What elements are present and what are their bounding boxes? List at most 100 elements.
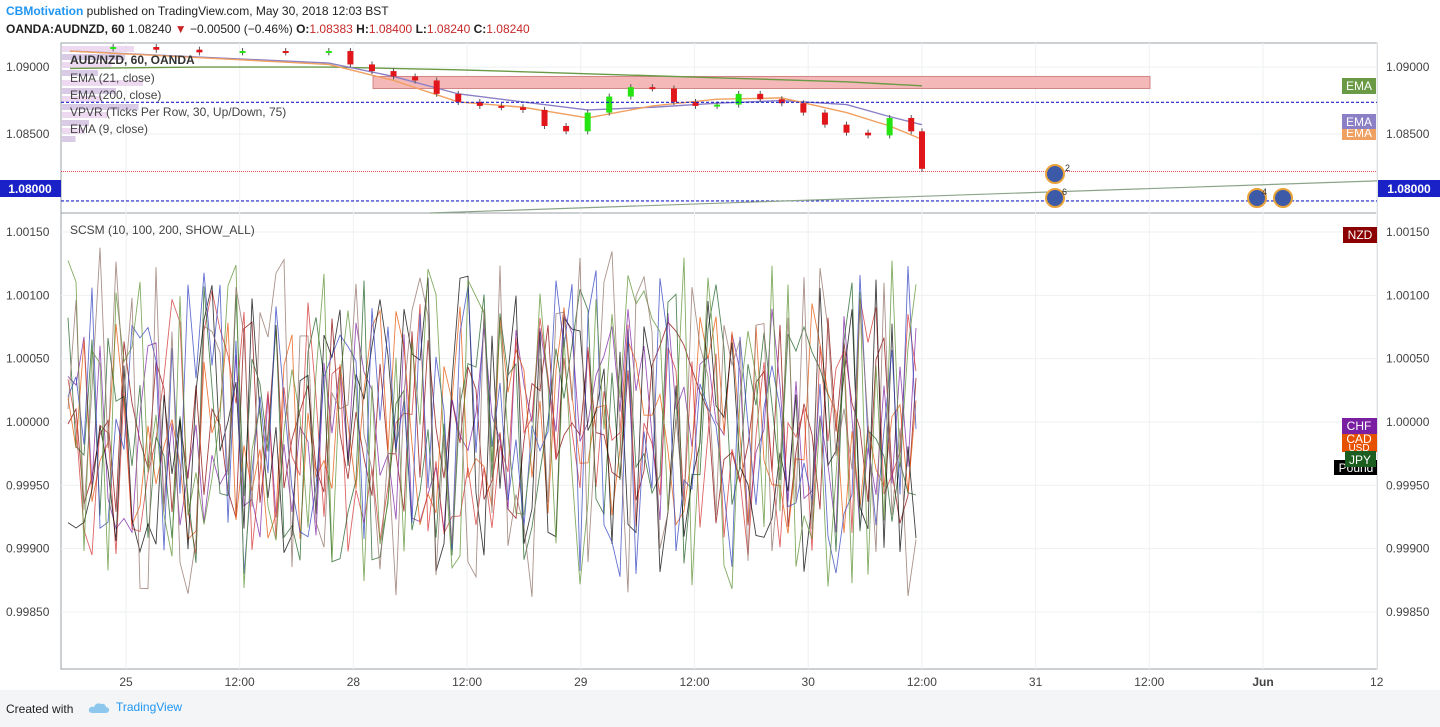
osc-axis-tick-right: 1.00050 [1386, 352, 1430, 366]
author-link[interactable]: CBMotivation [6, 4, 83, 18]
candle-body [541, 109, 548, 126]
publish-line: CBMotivation published on TradingView.co… [6, 4, 389, 18]
high-value: 1.08400 [368, 22, 413, 36]
osc-axis-tick-left: 1.00000 [6, 415, 50, 429]
tradingview-logo[interactable]: TradingView [88, 700, 182, 714]
candle-body [800, 103, 807, 113]
candle-body [843, 124, 850, 133]
event-count-3: 4 [1262, 187, 1267, 197]
price-axis-tick-right: 1.09000 [1386, 60, 1430, 74]
event-flag-2[interactable]: 6 [1045, 187, 1067, 208]
event-flag-1[interactable]: 2 [1045, 163, 1070, 184]
price-axis-tick-left: 1.08500 [6, 127, 50, 141]
price-axis-tick-left: 1.09000 [6, 60, 50, 74]
candle-body [412, 76, 419, 81]
candle-body [455, 93, 462, 102]
candle-body [153, 47, 160, 50]
osc-axis-tick-left: 0.99900 [6, 542, 50, 556]
down-arrow-icon: ▼ [174, 22, 187, 36]
nzd-badge-label: NZD [1348, 228, 1373, 242]
event-count-1: 2 [1065, 163, 1070, 173]
jpy-badge-label: JPY [1349, 453, 1371, 467]
candle-body [110, 47, 117, 50]
x-axis-tick: 12:00 [679, 675, 709, 689]
osc-axis-tick-right: 1.00000 [1386, 415, 1430, 429]
candle-body [433, 80, 440, 94]
published-text: published on TradingView.com, May 30, 20… [86, 4, 389, 18]
close-value: 1.08240 [486, 22, 530, 36]
x-axis-tick: 12:00 [907, 675, 937, 689]
osc-axis-tick-right: 0.99850 [1386, 605, 1430, 619]
osc-axis-tick-left: 1.00050 [6, 352, 50, 366]
ema21-badge-label: EMA [1346, 115, 1372, 129]
low-label: L: [415, 22, 427, 36]
event-count-2: 6 [1062, 187, 1067, 197]
osc-axis-tick-right: 1.00100 [1386, 288, 1430, 302]
open-value: 1.08383 [309, 22, 353, 36]
candle-body [757, 93, 764, 100]
cloud-icon [88, 703, 110, 713]
candle-body [325, 51, 332, 54]
open-label: O: [296, 22, 310, 36]
chart-svg[interactable]: AUD/NZD, 60, OANDA EMA (21, close) EMA (… [0, 40, 1440, 690]
low-value: 1.08240 [426, 22, 471, 36]
candle-body [908, 117, 915, 132]
candle-body [606, 96, 613, 113]
candle-body [347, 51, 354, 65]
resistance-zone[interactable] [372, 75, 1151, 90]
legend-ema9[interactable]: EMA (9, close) [70, 122, 148, 136]
x-axis-tick: 28 [347, 675, 361, 689]
x-axis-tick: 30 [802, 675, 816, 689]
candle-body [735, 93, 742, 105]
trend-line[interactable] [429, 180, 1378, 214]
legend-vpvr[interactable]: VPVR (Ticks Per Row, 30, Up/Down, 75) [70, 105, 286, 119]
osc-axis-tick-right: 1.00150 [1386, 225, 1430, 239]
volume-profile-bar [62, 136, 76, 142]
candle-body [714, 104, 721, 107]
x-axis-tick: Jun [1252, 675, 1273, 689]
high-label: H: [356, 22, 369, 36]
x-axis-tick: 12:00 [225, 675, 255, 689]
legend-ema200[interactable]: EMA (200, close) [70, 88, 161, 102]
x-axis-tick: 31 [1029, 675, 1043, 689]
oscillator-title[interactable]: SCSM (10, 100, 200, SHOW_ALL) [70, 223, 255, 237]
candle-body [390, 71, 397, 77]
ema-line [69, 50, 923, 141]
price-change: −0.00500 (−0.46%) [189, 22, 293, 36]
candle-body [670, 88, 677, 102]
tradingview-brand-label: TradingView [116, 700, 183, 714]
candle-body [865, 132, 872, 136]
candle-body [519, 107, 526, 110]
x-axis-tick: 12:00 [1134, 675, 1164, 689]
candle-body [239, 51, 246, 54]
osc-axis-tick-left: 1.00100 [6, 288, 50, 302]
legend-ema21[interactable]: EMA (21, close) [70, 71, 155, 85]
x-axis-tick: 12:00 [452, 675, 482, 689]
osc-axis-tick-left: 1.00150 [6, 225, 50, 239]
candle-body [919, 131, 925, 169]
event-flag-3[interactable]: 4 [1247, 187, 1293, 208]
osc-axis-tick-right: 0.99900 [1386, 542, 1430, 556]
symbol-quote-line: OANDA:AUDNZD, 60 1.08240 ▼ −0.00500 (−0.… [6, 22, 530, 36]
osc-axis-tick-right: 0.99950 [1386, 478, 1430, 492]
candle-body [196, 49, 203, 53]
candle-body [649, 87, 656, 90]
symbol-name: OANDA:AUDNZD, 60 [6, 22, 125, 36]
footer: Created with TradingView [0, 690, 1440, 727]
candle-body [584, 112, 591, 132]
price-title: AUD/NZD, 60, OANDA [70, 53, 195, 67]
x-axis-tick: 29 [574, 675, 588, 689]
osc-axis-tick-left: 0.99950 [6, 478, 50, 492]
price-axis-tick-right: 1.08500 [1386, 127, 1430, 141]
candle-body [282, 51, 289, 54]
level-left-badge-label: 1.08000 [8, 182, 52, 196]
x-axis-tick: 25 [119, 675, 133, 689]
osc-axis-tick-left: 0.99850 [6, 605, 50, 619]
chart-area[interactable]: AUD/NZD, 60, OANDA EMA (21, close) EMA (… [0, 40, 1440, 690]
publish-header: CBMotivation published on TradingView.co… [0, 0, 1440, 40]
chf-badge-label: CHF [1347, 419, 1372, 433]
currency-strength-line [67, 257, 917, 589]
candle-body [563, 125, 570, 132]
last-price: 1.08240 [128, 22, 172, 36]
created-with-text: Created with [6, 702, 74, 716]
